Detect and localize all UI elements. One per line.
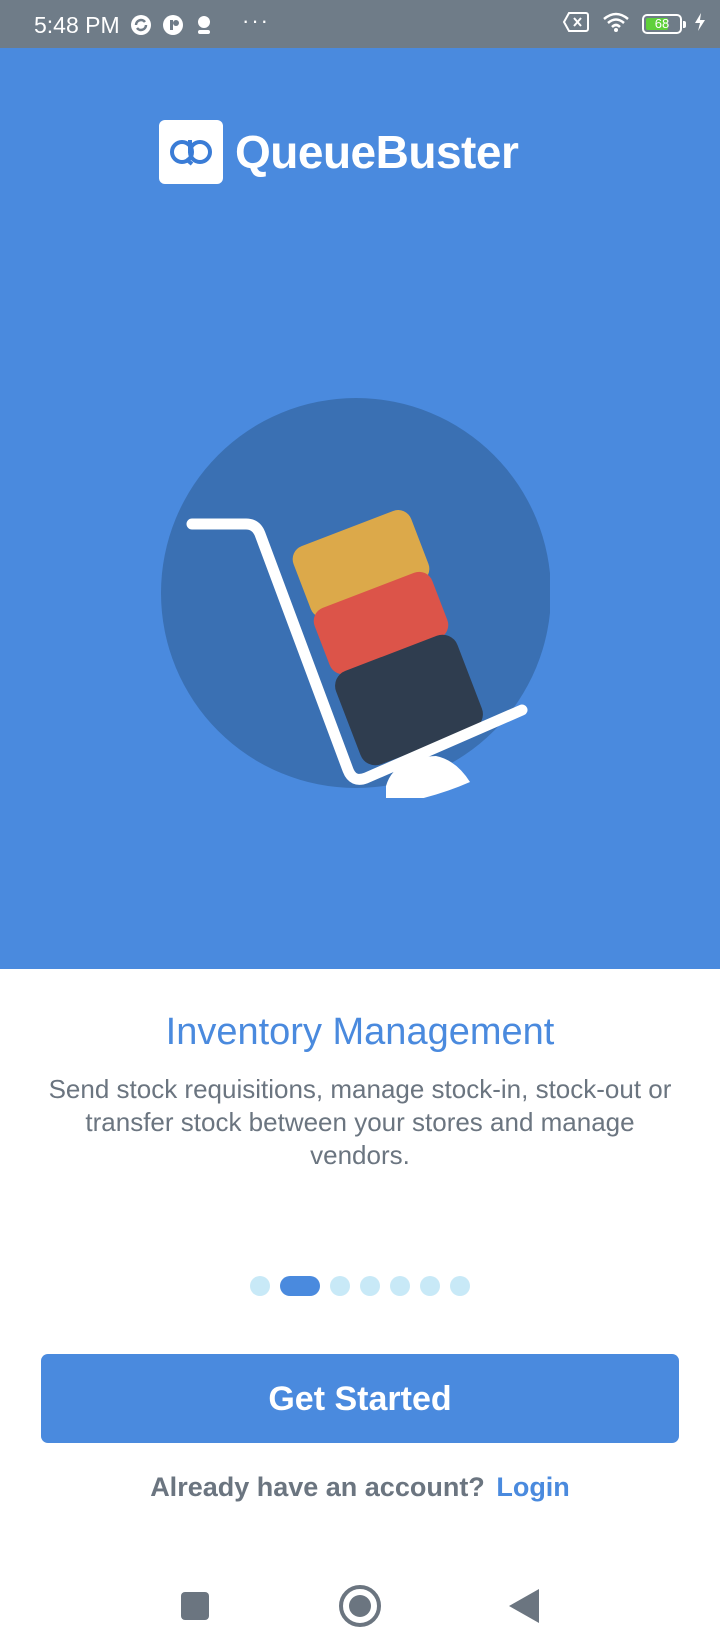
battery-icon: 68	[642, 14, 686, 34]
login-link[interactable]: Login	[496, 1472, 569, 1502]
battery-cap	[683, 21, 686, 28]
recents-square-icon[interactable]	[171, 1582, 219, 1630]
page-dot[interactable]	[360, 1276, 380, 1296]
sim-no-signal-icon	[562, 11, 590, 38]
page-dot-active[interactable]	[280, 1276, 320, 1296]
charging-icon	[694, 12, 706, 37]
login-prompt: Already have an account?	[150, 1472, 485, 1502]
sync-icon	[130, 14, 152, 36]
wifi-icon	[602, 11, 630, 38]
page-dot[interactable]	[330, 1276, 350, 1296]
notification-icon	[194, 14, 214, 36]
system-nav-bar	[0, 1560, 720, 1650]
onboarding-title: Inventory Management	[165, 1011, 555, 1053]
app-name: QueueBuster	[235, 126, 519, 178]
battery-level: 68	[654, 16, 670, 31]
onboarding-description: Send stock requisitions, manage stock-in…	[48, 1074, 672, 1170]
page-dot[interactable]	[390, 1276, 410, 1296]
more-notifications-icon: ···	[242, 8, 270, 33]
hand-truck-illustration	[161, 398, 550, 798]
page-dot[interactable]	[420, 1276, 440, 1296]
status-system-icons: 68	[562, 10, 706, 38]
status-bar: 5:48 PM ··· 68	[0, 0, 720, 48]
logo-mark-icon	[159, 120, 223, 184]
get-started-button[interactable]: Get Started	[41, 1354, 679, 1443]
status-notification-icons	[130, 13, 214, 37]
page-dot[interactable]	[450, 1276, 470, 1296]
app-icon	[162, 14, 184, 36]
home-circle-icon[interactable]	[336, 1582, 384, 1630]
status-time: 5:48 PM	[34, 12, 120, 38]
app-logo: QueueBuster	[159, 120, 519, 184]
page-indicator	[0, 1276, 720, 1296]
back-triangle-icon[interactable]	[500, 1582, 548, 1630]
hero-banner: QueueBuster	[0, 48, 720, 969]
login-row: Already have an account? Login	[0, 1472, 720, 1503]
page-dot[interactable]	[250, 1276, 270, 1296]
